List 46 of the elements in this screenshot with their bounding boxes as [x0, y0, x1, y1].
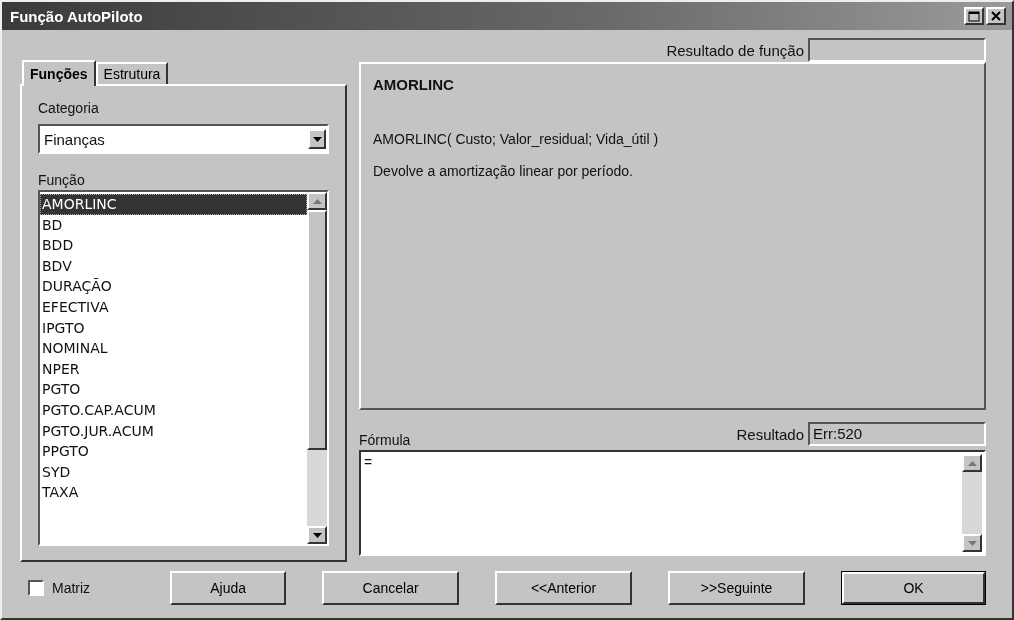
tab[interactable]: Funções	[22, 60, 96, 86]
function-list-item[interactable]: AMORLINC	[40, 194, 307, 215]
function-list-item[interactable]: NPER	[40, 358, 307, 380]
dialog-button[interactable]: Cancelar	[322, 571, 460, 605]
close-button[interactable]	[986, 7, 1006, 25]
close-icon	[991, 11, 1001, 21]
up-triangle-icon	[312, 198, 322, 204]
matrix-label: Matriz	[52, 580, 91, 596]
function-list-item[interactable]: PPGTO	[40, 441, 307, 462]
function-list-item[interactable]: PGTO	[40, 379, 307, 400]
function-label: Função	[38, 172, 86, 188]
function-syntax: AMORLINC( Custo; Valor_residual; Vida_útil )	[373, 131, 660, 147]
function-description: Devolve a amortização linear por período.	[373, 163, 634, 179]
function-list-item[interactable]: EFECTIVA	[40, 296, 307, 318]
down-triangle-icon	[967, 540, 977, 546]
function-list-item[interactable]: BD	[40, 214, 307, 236]
function-name: AMORLINC	[373, 76, 455, 93]
matrix-checkbox[interactable]	[28, 580, 44, 596]
down-triangle-icon	[312, 532, 322, 538]
function-list-item[interactable]: BDD	[40, 235, 307, 256]
tab[interactable]: Estrutura	[95, 62, 169, 84]
formula-field[interactable]: =	[359, 450, 986, 556]
function-list-item[interactable]: DURAÇÃO	[40, 276, 307, 297]
dialog-button[interactable]: <<Anterior	[495, 571, 633, 605]
function-list-item[interactable]: BDV	[40, 255, 307, 277]
maximize-icon	[968, 10, 980, 22]
result-field: Err:520	[808, 422, 986, 446]
dialog-button[interactable]: OK	[841, 571, 986, 605]
window-title: Função AutoPiloto	[10, 7, 143, 25]
function-result-label: Resultado de função	[666, 41, 804, 59]
result-label: Resultado	[736, 425, 804, 443]
function-list-item[interactable]: SYD	[40, 461, 307, 483]
function-list-item[interactable]: TAXA	[40, 482, 307, 503]
maximize-button[interactable]	[964, 7, 984, 25]
dialog-button[interactable]: >>Seguinte	[668, 571, 806, 605]
formula-label: Fórmula	[359, 432, 411, 448]
function-list-item[interactable]: PGTO.JUR.ACUM	[40, 420, 307, 442]
vertical-scrollbar[interactable]	[962, 454, 982, 552]
vertical-scrollbar[interactable]	[307, 192, 327, 544]
dialog-button[interactable]: Ajuda	[170, 571, 287, 605]
category-dropdown[interactable]: Finanças	[38, 124, 329, 154]
function-list-item[interactable]: NOMINAL	[40, 338, 307, 359]
function-list-item[interactable]: IPGTO	[40, 317, 307, 339]
function-list-item[interactable]: PGTO.CAP.ACUM	[40, 399, 307, 421]
category-label: Categoria	[38, 100, 100, 116]
up-triangle-icon	[967, 460, 977, 466]
